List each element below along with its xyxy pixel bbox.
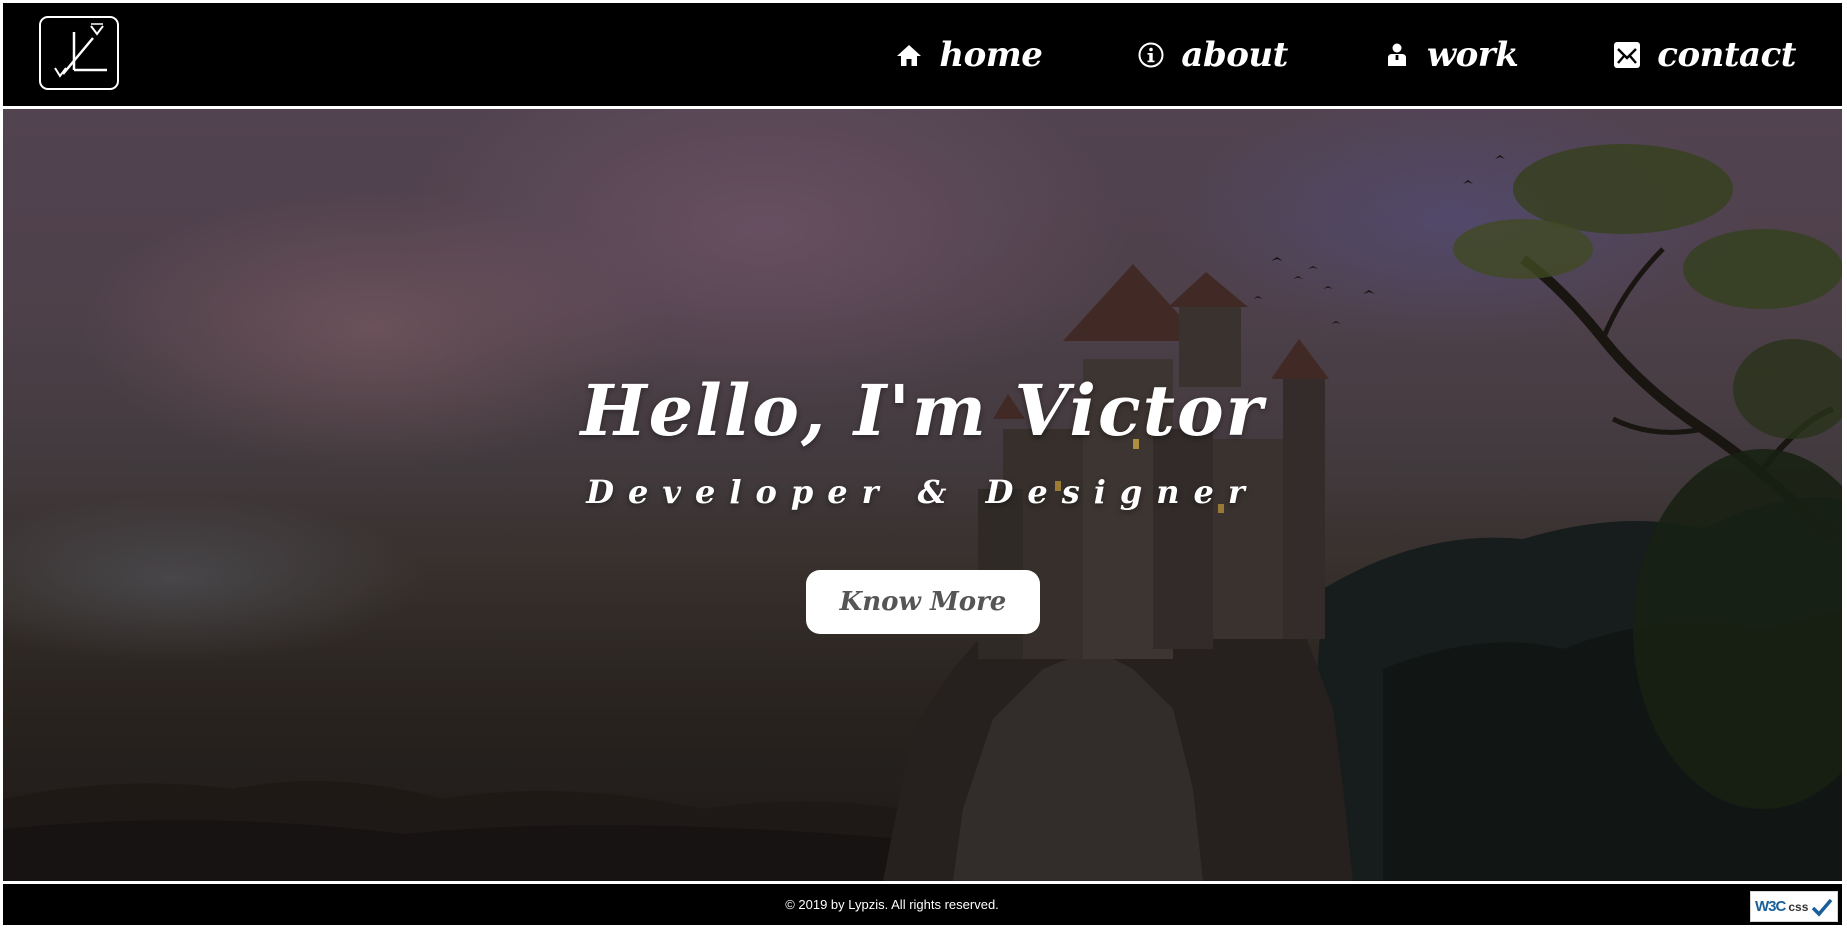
- logo-mark-icon: [54, 23, 107, 78]
- nav-item-contact[interactable]: contact: [1613, 35, 1796, 75]
- envelope-icon: [1614, 41, 1641, 68]
- nav-label-about: about: [1181, 34, 1288, 75]
- person-icon: [1387, 43, 1406, 66]
- site-footer: © 2019 by Lypzis. All rights reserved. W…: [3, 884, 1842, 925]
- nav-label-contact: contact: [1657, 34, 1796, 75]
- w3c-css-label: css: [1788, 899, 1809, 914]
- site-header: home about work contact: [3, 3, 1842, 106]
- hero-subtitle: Developer & Designer: [586, 473, 1259, 511]
- hero-section: Hello, I'm Victor Developer & Designer K…: [3, 109, 1842, 881]
- w3c-css-badge[interactable]: W3C css: [1750, 891, 1838, 922]
- nav-item-work[interactable]: work: [1383, 34, 1519, 75]
- main-nav: home about work contact: [895, 3, 1796, 106]
- nav-item-home[interactable]: home: [895, 34, 1043, 75]
- home-icon: [897, 44, 922, 66]
- nav-label-work: work: [1426, 34, 1519, 75]
- hero-title: Hello, I'm Victor: [580, 369, 1265, 452]
- copyright-text: © 2019 by Lypzis. All rights reserved.: [785, 897, 999, 912]
- site-logo[interactable]: [39, 16, 119, 90]
- w3c-logo: W3C: [1755, 898, 1786, 915]
- hero-content: Hello, I'm Victor Developer & Designer K…: [3, 109, 1842, 881]
- info-icon: [1138, 42, 1164, 67]
- nav-item-about[interactable]: about: [1137, 34, 1288, 75]
- nav-label-home: home: [939, 34, 1043, 75]
- know-more-button[interactable]: Know More: [806, 570, 1040, 634]
- page-frame: home about work contact Hello, I'm Victo…: [3, 3, 1842, 925]
- checkmark-icon: [1812, 898, 1833, 917]
